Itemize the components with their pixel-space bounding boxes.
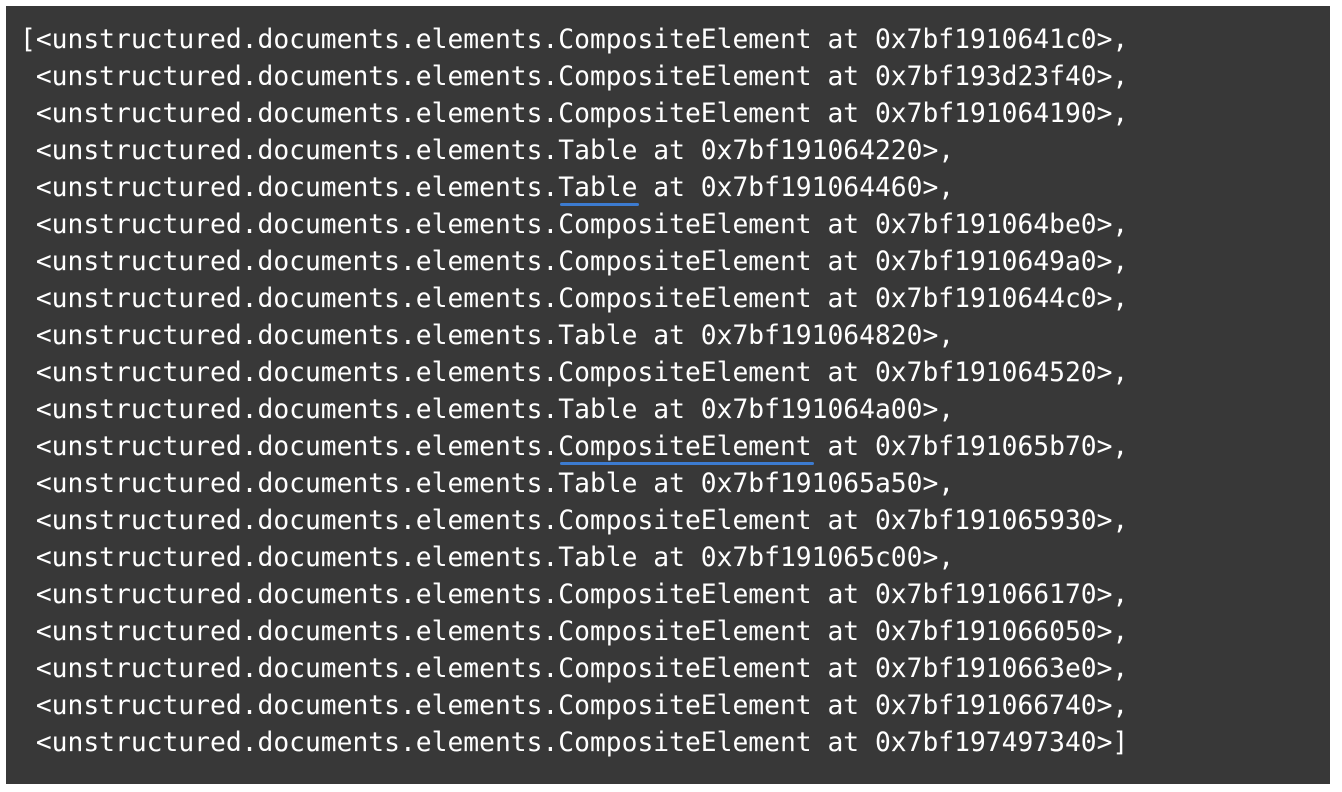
element-type: CompositeElement [558, 284, 812, 314]
output-line: <unstructured.documents.elements.Table a… [20, 133, 1128, 170]
element-address: at 0x7bf191064220>, [637, 136, 955, 166]
element-address: at 0x7bf1910649a0>, [811, 247, 1129, 277]
output-panel: [<unstructured.documents.elements.Compos… [6, 6, 1330, 784]
output-line: <unstructured.documents.elements.Composi… [20, 281, 1128, 318]
element-type: CompositeElement [558, 617, 812, 647]
output-line: <unstructured.documents.elements.Composi… [20, 688, 1128, 725]
output-line: <unstructured.documents.elements.Table a… [20, 540, 1128, 577]
element-type: Table [558, 321, 638, 351]
element-type: CompositeElement [558, 506, 812, 536]
element-type: Table [558, 136, 638, 166]
element-address: at 0x7bf1910644c0>, [811, 284, 1129, 314]
element-module-path: <unstructured.documents.elements. [20, 395, 559, 425]
output-line: [<unstructured.documents.elements.Compos… [20, 22, 1128, 59]
element-type: CompositeElement [558, 580, 812, 610]
element-address: at 0x7bf191064460>, [637, 173, 955, 203]
element-address: at 0x7bf191064190>, [811, 99, 1129, 129]
element-address: at 0x7bf197497340>] [811, 728, 1129, 758]
element-address: at 0x7bf1910641c0>, [811, 25, 1129, 55]
python-output-listing: [<unstructured.documents.elements.Compos… [20, 22, 1128, 762]
element-type: CompositeElement [558, 99, 812, 129]
element-module-path: <unstructured.documents.elements. [20, 506, 559, 536]
element-address: at 0x7bf191066740>, [811, 691, 1129, 721]
element-module-path: <unstructured.documents.elements. [20, 99, 559, 129]
element-module-path: <unstructured.documents.elements. [20, 321, 559, 351]
output-line: <unstructured.documents.elements.Composi… [20, 244, 1128, 281]
element-address: at 0x7bf191065b70>, [811, 432, 1129, 462]
element-module-path: <unstructured.documents.elements. [20, 247, 559, 277]
element-address: at 0x7bf191066050>, [811, 617, 1129, 647]
element-module-path: <unstructured.documents.elements. [20, 691, 559, 721]
output-line: <unstructured.documents.elements.Composi… [20, 614, 1128, 651]
element-type: Table [558, 543, 638, 573]
output-line: <unstructured.documents.elements.Composi… [20, 577, 1128, 614]
element-module-path: <unstructured.documents.elements. [20, 136, 559, 166]
element-module-path: <unstructured.documents.elements. [20, 284, 559, 314]
element-address: at 0x7bf191065930>, [811, 506, 1129, 536]
element-module-path: <unstructured.documents.elements. [20, 580, 559, 610]
element-module-path: <unstructured.documents.elements. [20, 617, 559, 647]
element-module-path: <unstructured.documents.elements. [20, 469, 559, 499]
element-address: at 0x7bf1910663e0>, [811, 654, 1129, 684]
element-address: at 0x7bf191064820>, [637, 321, 955, 351]
element-type: CompositeElement [558, 654, 812, 684]
element-module-path: <unstructured.documents.elements. [20, 210, 559, 240]
element-address: at 0x7bf191064520>, [811, 358, 1129, 388]
element-type: CompositeElement [558, 247, 812, 277]
element-type: CompositeElement [558, 62, 812, 92]
output-line: <unstructured.documents.elements.Composi… [20, 725, 1128, 762]
element-module-path: [<unstructured.documents.elements. [20, 25, 559, 55]
element-type: Table [558, 469, 638, 499]
element-address: at 0x7bf191064be0>, [811, 210, 1129, 240]
element-module-path: <unstructured.documents.elements. [20, 173, 559, 203]
output-line: <unstructured.documents.elements.Table a… [20, 392, 1128, 429]
element-address: at 0x7bf191065a50>, [637, 469, 955, 499]
output-line: <unstructured.documents.elements.Composi… [20, 355, 1128, 392]
underlined-element-type: Table [558, 173, 638, 203]
element-module-path: <unstructured.documents.elements. [20, 543, 559, 573]
element-address: at 0x7bf191066170>, [811, 580, 1129, 610]
output-line: <unstructured.documents.elements.Composi… [20, 207, 1128, 244]
output-line: <unstructured.documents.elements.Composi… [20, 96, 1128, 133]
output-line: <unstructured.documents.elements.Table a… [20, 466, 1128, 503]
element-type: CompositeElement [558, 691, 812, 721]
output-line: <unstructured.documents.elements.Composi… [20, 59, 1128, 96]
output-line: <unstructured.documents.elements.Composi… [20, 651, 1128, 688]
element-address: at 0x7bf191064a00>, [637, 395, 955, 425]
element-type: Table [558, 395, 638, 425]
element-address: at 0x7bf191065c00>, [637, 543, 955, 573]
element-type: CompositeElement [558, 358, 812, 388]
underlined-element-type: CompositeElement [558, 432, 812, 462]
element-type: CompositeElement [558, 25, 812, 55]
output-line: <unstructured.documents.elements.Composi… [20, 503, 1128, 540]
element-module-path: <unstructured.documents.elements. [20, 728, 559, 758]
element-module-path: <unstructured.documents.elements. [20, 654, 559, 684]
output-line: <unstructured.documents.elements.Table a… [20, 170, 1128, 207]
element-type: CompositeElement [558, 210, 812, 240]
output-line: <unstructured.documents.elements.Table a… [20, 318, 1128, 355]
element-address: at 0x7bf193d23f40>, [811, 62, 1129, 92]
element-type: CompositeElement [558, 728, 812, 758]
element-module-path: <unstructured.documents.elements. [20, 358, 559, 388]
output-line: <unstructured.documents.elements.Composi… [20, 429, 1128, 466]
element-module-path: <unstructured.documents.elements. [20, 62, 559, 92]
element-module-path: <unstructured.documents.elements. [20, 432, 559, 462]
